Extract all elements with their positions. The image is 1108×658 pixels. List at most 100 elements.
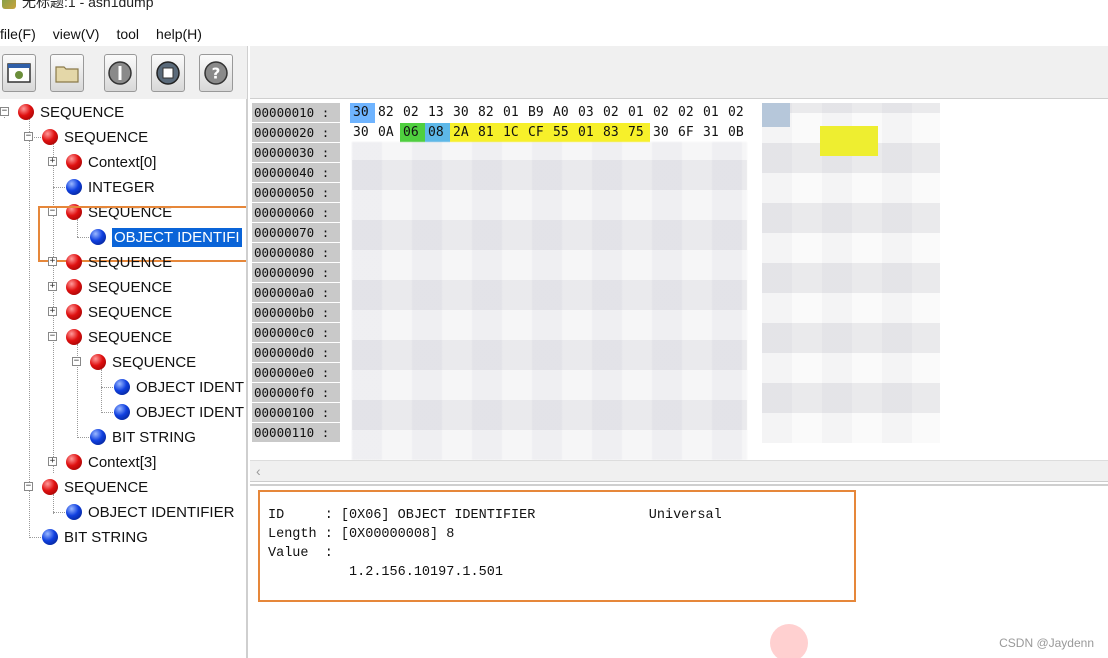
collapse-toggle[interactable]: − [24,482,33,491]
hex-byte[interactable]: A0 [550,103,575,123]
hex-byte[interactable]: 02 [725,103,750,123]
expand-toggle[interactable]: + [48,307,57,316]
hex-byte-value[interactable]: 1C [500,123,525,143]
title-bar: 无标题:1 - asn1dump [0,0,1108,12]
hex-byte-value[interactable]: 55 [550,123,575,143]
tree-node[interactable]: − SEQUENCE [0,126,148,148]
ascii-highlight [820,126,878,156]
open-folder-button[interactable] [49,53,84,92]
detail-length-line: Length : [0X00000008] 8 [268,527,455,542]
tree-node[interactable]: + SEQUENCE [0,251,172,273]
hex-byte[interactable]: 02 [650,103,675,123]
collapse-toggle[interactable]: − [72,357,81,366]
hex-byte[interactable]: 01 [625,103,650,123]
hex-byte[interactable]: 01 [700,103,725,123]
collapse-toggle[interactable]: − [24,132,33,141]
red-ball-icon [66,279,82,295]
tree-node[interactable]: OBJECT IDENT [0,376,244,398]
hex-byte-value[interactable]: 2A [450,123,475,143]
hex-byte[interactable]: 30 [350,123,375,143]
hex-byte[interactable]: 0B [725,123,750,143]
blue-ball-icon [114,404,130,420]
hex-byte-value[interactable]: 75 [625,123,650,143]
help-icon: ? [204,60,228,85]
offset-label: 000000f0 : [252,383,340,403]
red-ball-icon [66,329,82,345]
offset-label: 00000090 : [252,263,340,283]
hex-row: 30 0A 06 08 2A 81 1C CF 55 01 83 75 30 6F 31 0B [350,123,750,143]
collapse-toggle[interactable]: − [0,107,9,116]
new-window-button[interactable] [2,53,36,92]
hex-byte[interactable]: 30 [350,103,375,123]
tree-node[interactable]: − SEQUENCE [0,351,196,373]
tree-node-label: SEQUENCE [88,303,173,321]
red-ball-icon [66,304,82,320]
svg-text:?: ? [212,64,221,82]
tree-node-label: SEQUENCE [88,253,173,271]
hex-byte[interactable]: B9 [525,103,550,123]
menu-help[interactable]: help(H) [156,26,202,42]
menu-tool[interactable]: tool [116,26,139,42]
hex-byte[interactable]: 82 [475,103,500,123]
info-button[interactable] [103,53,138,92]
hex-byte[interactable]: 02 [400,103,425,123]
hex-byte[interactable]: 13 [425,103,450,123]
tree-node[interactable]: + Context[0] [0,151,156,173]
hex-byte[interactable]: 02 [600,103,625,123]
red-ball-icon [42,479,58,495]
red-ball-icon [66,154,82,170]
collapse-toggle[interactable]: − [48,332,57,341]
export-button[interactable] [151,53,186,92]
hex-byte[interactable]: 31 [700,123,725,143]
offset-label: 00000080 : [252,243,340,263]
tree-node[interactable]: − SEQUENCE [0,326,172,348]
hex-byte[interactable]: 01 [500,103,525,123]
expand-toggle[interactable]: + [48,457,57,466]
hex-byte[interactable]: 6F [675,123,700,143]
scroll-left-icon[interactable]: ‹ [256,463,261,479]
tree-node[interactable]: − SEQUENCE [0,476,148,498]
hex-byte-value[interactable]: 01 [575,123,600,143]
hex-byte[interactable]: 82 [375,103,400,123]
offset-column: 00000010 : 00000020 : 00000030 : 0000004… [252,103,340,443]
tree-node[interactable]: BIT STRING [0,526,148,548]
menu-view[interactable]: view(V) [53,26,100,42]
offset-label: 00000100 : [252,403,340,423]
tree-node-label: SEQUENCE [112,353,197,371]
tree-node-label: OBJECT IDENTIFIER [88,503,235,521]
tree-node[interactable]: OBJECT IDENTIFIER [0,501,234,523]
cursor-highlight [770,624,808,658]
hex-byte[interactable]: 03 [575,103,600,123]
tree-node[interactable]: INTEGER [0,176,155,198]
hex-byte[interactable]: 0A [375,123,400,143]
tree-node[interactable]: + SEQUENCE [0,301,172,323]
hex-byte-length[interactable]: 08 [425,123,450,143]
horizontal-scrollbar[interactable]: ‹ [250,460,1108,482]
help-button[interactable]: ? [199,53,233,92]
expand-toggle[interactable]: + [48,257,57,266]
tree-node[interactable]: + SEQUENCE [0,276,172,298]
tree-node[interactable]: BIT STRING [0,426,196,448]
menu-file[interactable]: file(F) [0,26,36,42]
hex-byte-value[interactable]: CF [525,123,550,143]
hex-byte-tag[interactable]: 06 [400,123,425,143]
hex-byte-value[interactable]: 81 [475,123,500,143]
red-ball-icon [66,254,82,270]
hex-byte[interactable]: 30 [450,103,475,123]
tree-node[interactable]: − SEQUENCE [0,101,124,123]
offset-label: 00000060 : [252,203,340,223]
menu-bar: file(F) view(V) tool help(H) [0,22,1108,46]
tree-node[interactable]: + Context[3] [0,451,156,473]
highlight-box: ID : [0X06] OBJECT IDENTIFIER Universal … [258,490,856,602]
hex-byte[interactable]: 02 [675,103,700,123]
hex-view[interactable]: 00000010 : 00000020 : 00000030 : 0000004… [250,100,1108,460]
expand-toggle[interactable]: + [48,157,57,166]
red-ball-icon [42,129,58,145]
expand-toggle[interactable]: + [48,282,57,291]
toolbar: ? [0,46,248,99]
offset-label: 00000040 : [252,163,340,183]
app-icon [2,0,16,9]
tree-node[interactable]: OBJECT IDENT [0,401,244,423]
hex-byte[interactable]: 30 [650,123,675,143]
hex-byte-value[interactable]: 83 [600,123,625,143]
